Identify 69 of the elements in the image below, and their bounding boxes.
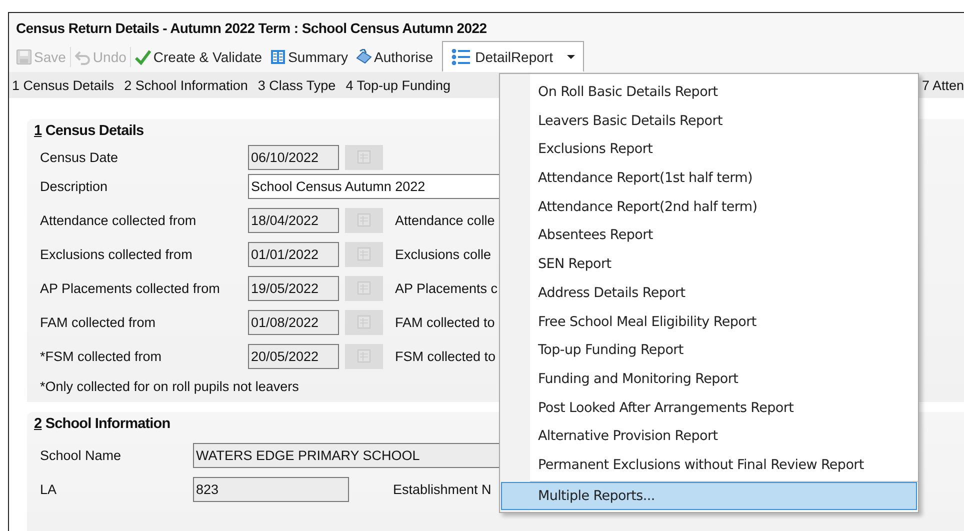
- field-label: Attendance collected from: [40, 212, 198, 228]
- list-icon: [451, 48, 472, 64]
- field-label: FAM collected to: [395, 314, 495, 330]
- stamp-icon: [356, 48, 372, 64]
- section-heading: 1 Census Details: [34, 123, 144, 141]
- menu-item[interactable]: Alternative Provision Report: [530, 422, 918, 451]
- menu-item[interactable]: Top-up Funding Report: [530, 336, 918, 365]
- menu-item[interactable]: Attendance Report(2nd half term): [530, 192, 918, 222]
- book-icon: [270, 48, 286, 64]
- menu-item[interactable]: Post Looked After Arrangements Report: [530, 394, 918, 422]
- field-label: Description: [40, 178, 109, 194]
- input-field[interactable]: 01/01/2022: [248, 242, 339, 266]
- toolbar-button[interactable]: Authorise: [352, 48, 438, 64]
- caret-icon: [566, 54, 575, 58]
- menu-item[interactable]: Leavers Basic Details Report: [530, 106, 918, 136]
- menu-item[interactable]: Absentees Report: [530, 221, 918, 250]
- toolbar-button[interactable]: Summary: [266, 48, 352, 64]
- field-label: Census Date: [40, 150, 120, 164]
- input-field[interactable]: 01/08/2022: [248, 310, 339, 334]
- calendar-button[interactable]: [345, 242, 383, 266]
- field-label: AP Placements collected from: [40, 280, 221, 296]
- section-link[interactable]: 3 Class Type: [258, 78, 336, 92]
- section-link[interactable]: 4 Top-up Funding: [346, 78, 451, 92]
- calendar-button[interactable]: [345, 276, 383, 300]
- input-field[interactable]: 823: [193, 476, 349, 502]
- menu-item[interactable]: On Roll Basic Details Report: [530, 78, 918, 107]
- undo-icon: [74, 48, 91, 64]
- menu-item[interactable]: Permanent Exclusions without Final Review Report: [530, 450, 918, 480]
- input-field[interactable]: 20/05/2022: [248, 344, 339, 368]
- field-label: *FSM collected from: [40, 348, 163, 364]
- section-link[interactable]: 2 School Information: [124, 78, 248, 92]
- menu-item[interactable]: Exclusions Report: [530, 135, 918, 164]
- menu-item[interactable]: Funding and Monitoring Report: [530, 364, 918, 394]
- window-title: Census Return Details - Autumn 2022 Term : School Census Autumn 2022: [9, 13, 964, 41]
- calendar-icon: [356, 212, 372, 228]
- menu-item[interactable]: Address Details Report: [530, 278, 918, 308]
- calendar-button[interactable]: [345, 310, 383, 334]
- menu-item[interactable]: SEN Report: [530, 250, 918, 279]
- field-label: School Name: [40, 448, 122, 462]
- menu-item[interactable]: Free School Meal Eligibility Report: [530, 308, 918, 336]
- calendar-icon: [356, 149, 372, 165]
- field-label: Establishment N: [393, 482, 492, 496]
- field-label: Exclusions colle: [395, 246, 492, 262]
- report-dropdown-button[interactable]: DetailReport: [442, 41, 584, 72]
- field-label: AP Placements c: [395, 280, 498, 296]
- section-link[interactable]: 7 Atten: [922, 78, 964, 92]
- field-label: Attendance colle: [395, 212, 495, 228]
- calendar-icon: [356, 280, 372, 296]
- field-label: FSM collected to: [395, 348, 496, 364]
- field-label: FAM collected from: [40, 314, 157, 330]
- calendar-button[interactable]: [345, 344, 383, 368]
- calendar-icon: [356, 314, 372, 330]
- input-field[interactable]: 19/05/2022: [248, 276, 339, 300]
- calendar-button[interactable]: [345, 144, 383, 170]
- calendar-icon: [356, 348, 372, 364]
- section-link[interactable]: 1 Census Details: [12, 78, 114, 92]
- input-field[interactable]: 06/10/2022: [248, 144, 339, 170]
- input-field[interactable]: 18/04/2022: [248, 208, 339, 232]
- menu-item[interactable]: Multiple Reports...: [501, 482, 917, 510]
- toolbar-button[interactable]: Create & Validate: [131, 48, 266, 64]
- calendar-icon: [356, 246, 372, 262]
- calendar-button[interactable]: [345, 208, 383, 232]
- save-icon: [16, 48, 32, 64]
- field-label: Exclusions collected from: [40, 246, 194, 262]
- section-heading: 2 School Information: [34, 416, 170, 434]
- menu-item[interactable]: Attendance Report(1st half term): [530, 164, 918, 193]
- footnote-text: *Only collected for on roll pupils not leavers: [40, 379, 299, 394]
- field-label: LA: [40, 482, 58, 496]
- check-icon: [135, 48, 152, 64]
